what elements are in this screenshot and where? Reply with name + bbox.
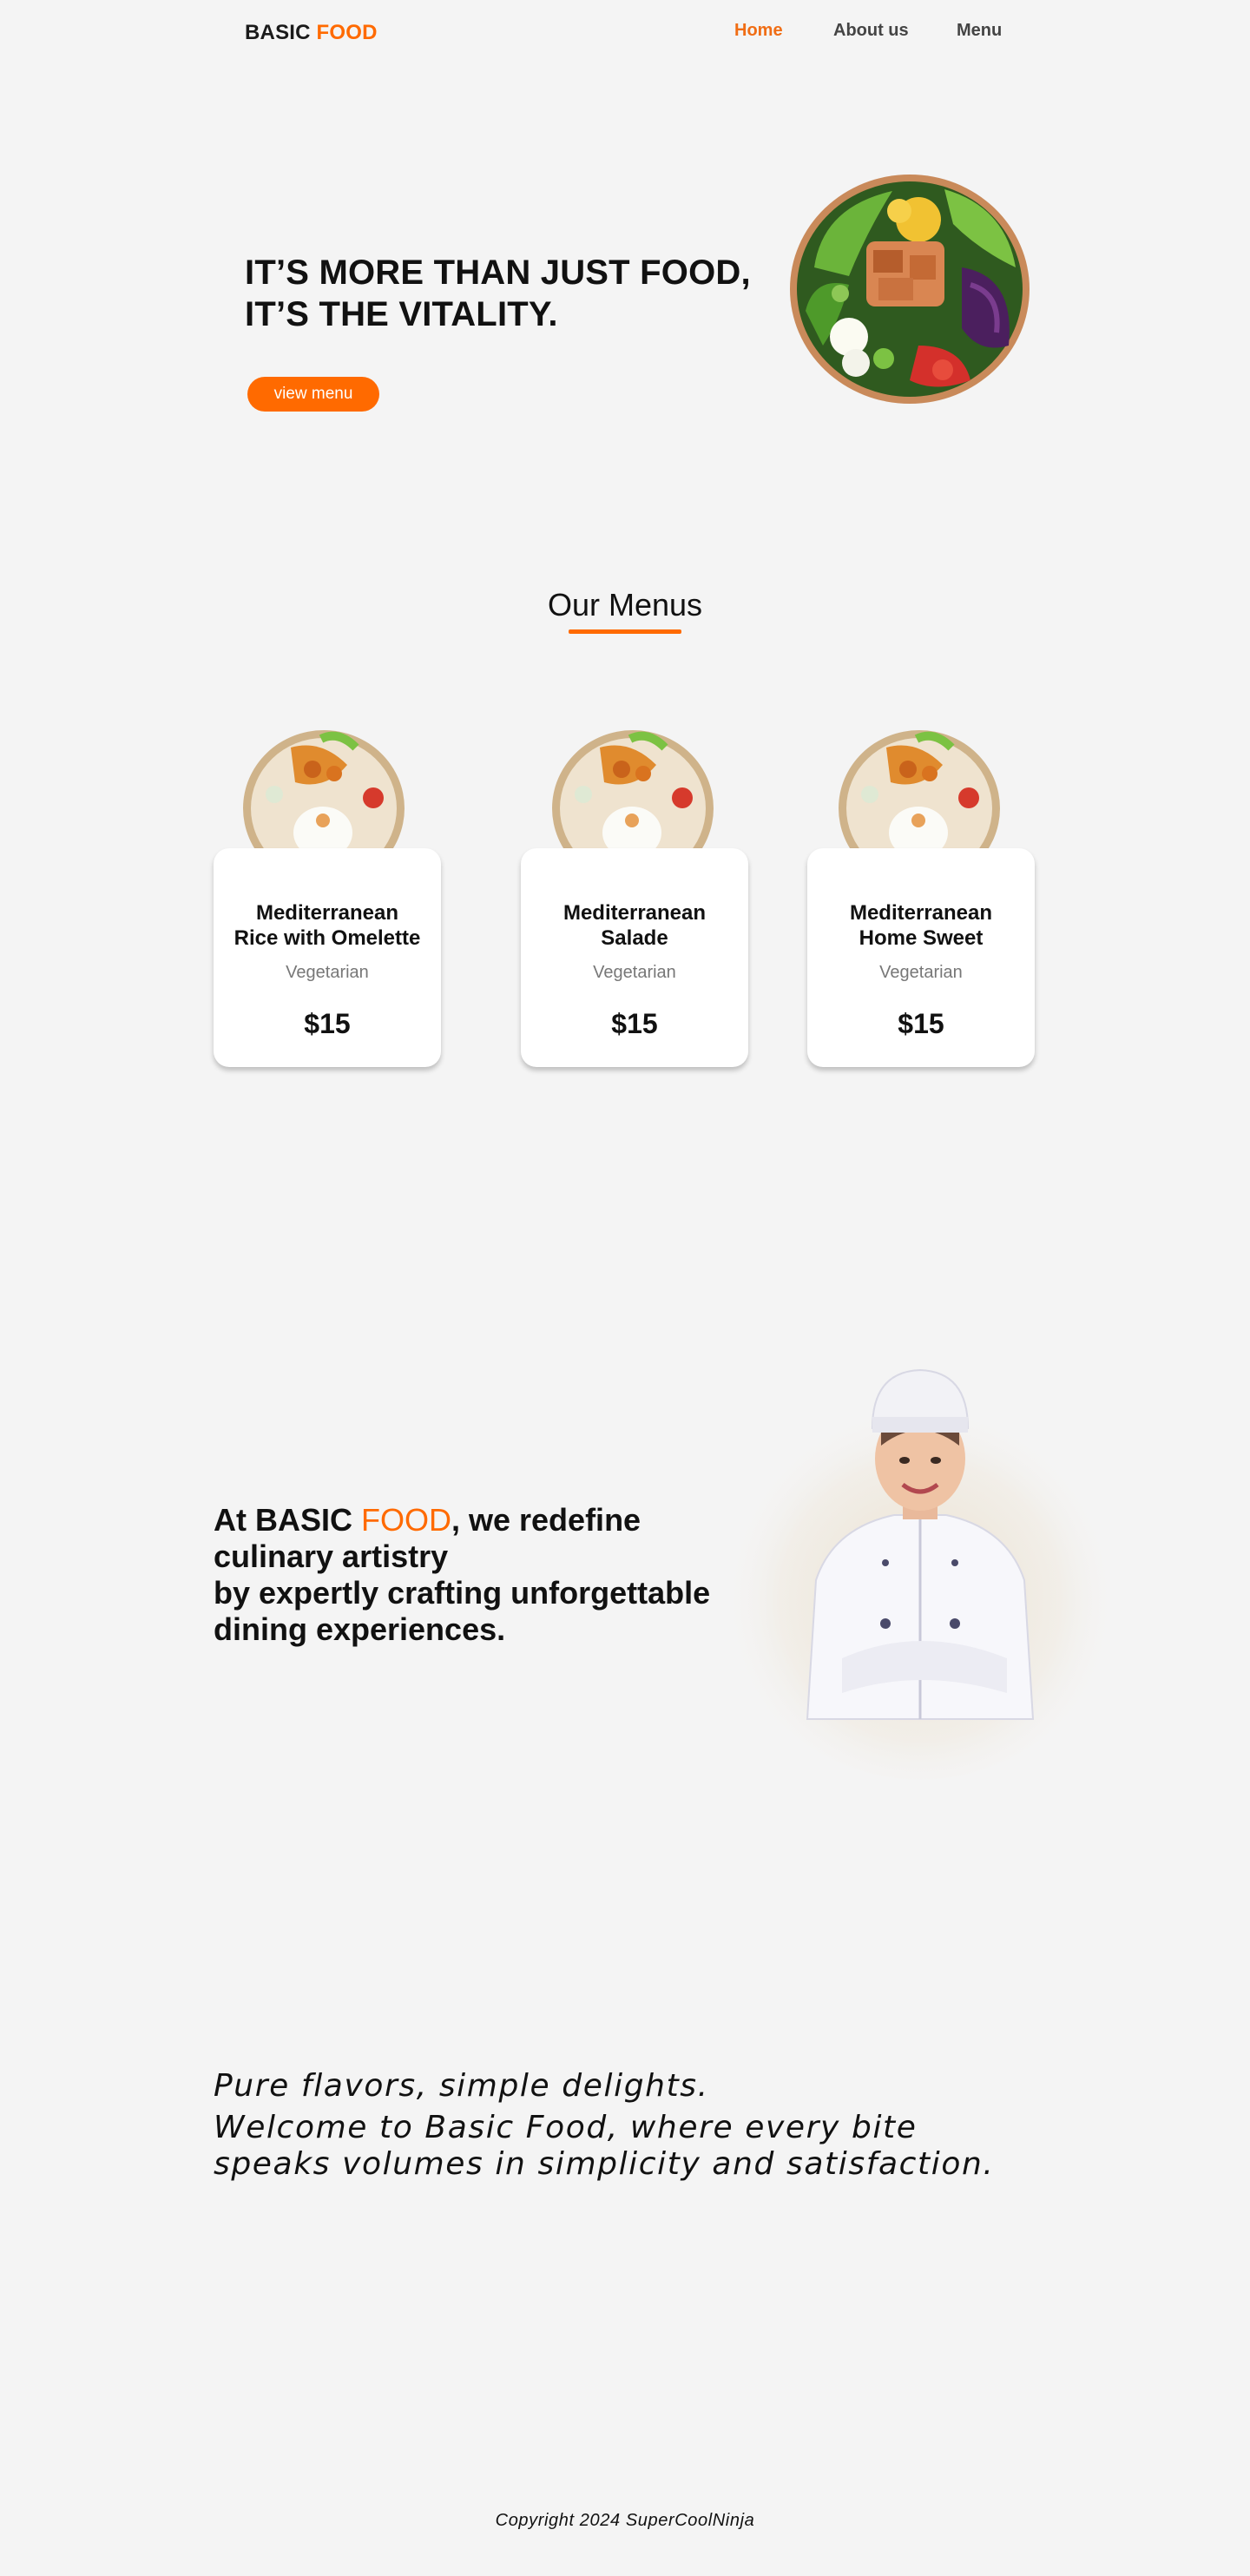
nav-about[interactable]: About us <box>833 21 909 41</box>
menu-card-name-line2: Home Sweet <box>859 926 984 950</box>
menu-card-name-line2: Salade <box>601 926 668 950</box>
menu-card[interactable]: Mediterranean Salade Vegetarian $15 <box>521 848 748 1067</box>
hero-title-line1: IT’S MORE THAN JUST FOOD, <box>245 254 751 292</box>
menu-card[interactable]: Mediterranean Rice with Omelette Vegetar… <box>214 848 441 1067</box>
about-text-accent: FOOD <box>361 1502 451 1538</box>
menu-card-name-line2: Rice with Omelette <box>234 926 421 950</box>
salad-bowl-image <box>790 175 1030 404</box>
quote-line2: Welcome to Basic Food, where every bite … <box>214 2110 995 2182</box>
menu-card-name-line1: Mediterranean <box>255 901 399 925</box>
nav-home[interactable]: Home <box>734 21 783 41</box>
nav-menu[interactable]: Menu <box>957 21 1002 41</box>
menu-card-price: $15 <box>611 1008 658 1039</box>
menu-card-tag: Vegetarian <box>286 963 369 982</box>
menu-card-name: Mediterranean Home Sweet <box>807 900 1035 951</box>
about-text-part1: At BASIC <box>214 1502 361 1538</box>
menu-card-tag: Vegetarian <box>593 963 676 982</box>
menu-card-price: $15 <box>304 1008 351 1039</box>
hero-title: IT’S MORE THAN JUST FOOD, IT’S THE VITAL… <box>245 252 783 335</box>
menu-card-name: Mediterranean Salade <box>521 900 748 951</box>
menu-card-name: Mediterranean Rice with Omelette <box>214 900 441 951</box>
menu-card-name-line1: Mediterranean <box>562 901 707 925</box>
hero-title-line2: IT’S THE VITALITY. <box>245 295 558 333</box>
menu-card-tag: Vegetarian <box>879 963 963 982</box>
view-menu-button[interactable]: view menu <box>247 377 379 412</box>
brand-logo[interactable]: BASIC FOOD <box>245 21 378 45</box>
menu-card-name-line1: Mediterranean <box>849 901 993 925</box>
footer-copyright: Copyright 2024 SuperCoolNinja <box>495 2511 755 2530</box>
brand-accent: FOOD <box>316 21 378 44</box>
menus-title-underline <box>569 629 681 634</box>
menus-title: Our Menus <box>547 587 703 623</box>
menu-card[interactable]: Mediterranean Home Sweet Vegetarian $15 <box>807 848 1035 1067</box>
about-text-part3: by expertly crafting unforgettable dinin… <box>214 1575 711 1647</box>
quote-line1: Pure flavors, simple delights. <box>214 2068 709 2104</box>
menu-card-price: $15 <box>898 1008 944 1039</box>
chef-image <box>720 1368 1120 1780</box>
brand-prefix: BASIC <box>245 21 317 44</box>
about-text: At BASIC FOOD, we redefine culinary arti… <box>214 1502 769 1648</box>
